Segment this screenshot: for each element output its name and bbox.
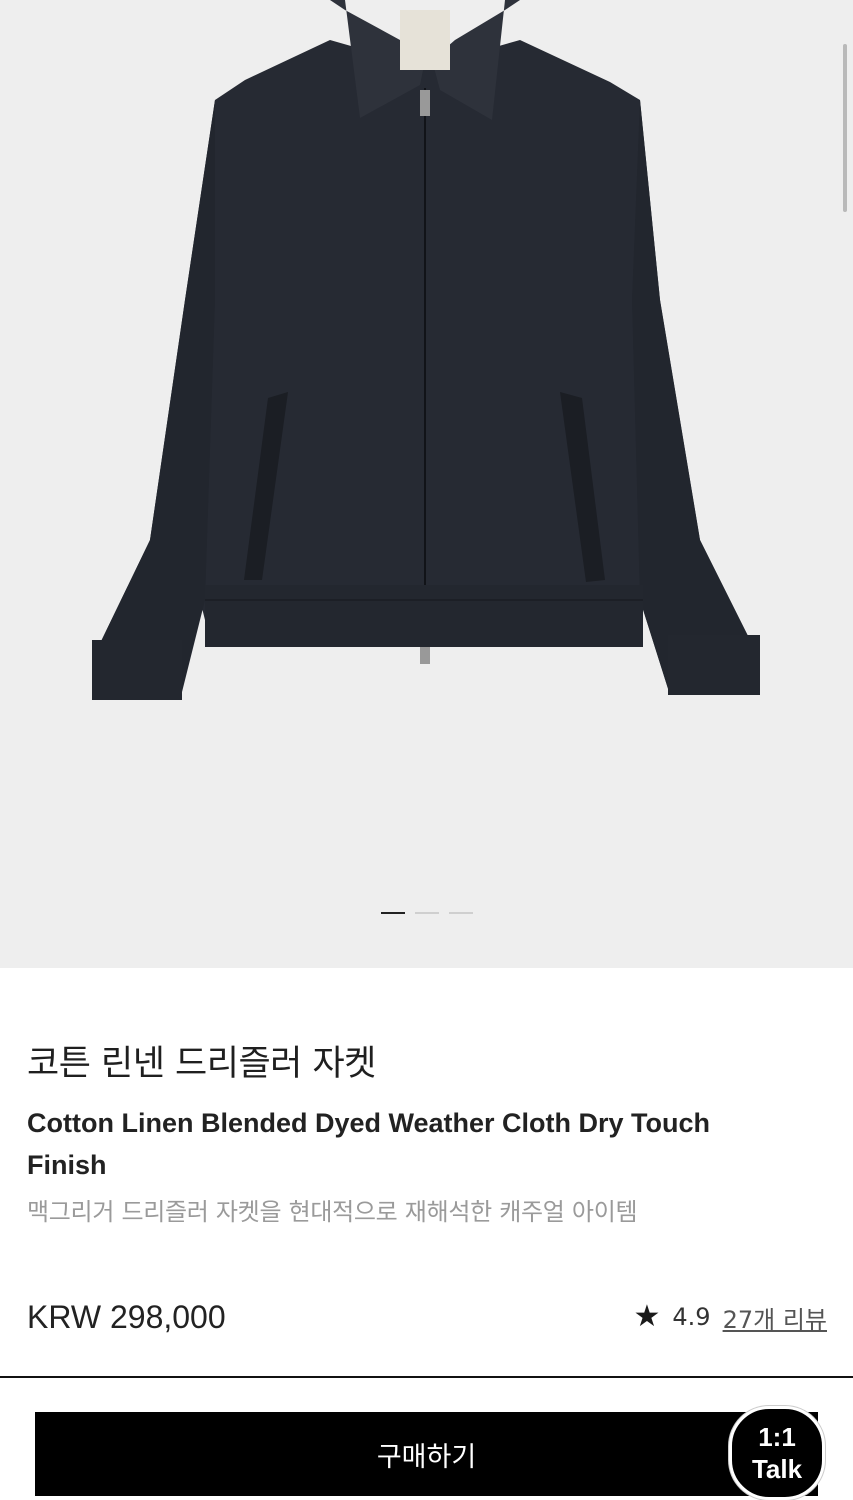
talk-label-line2: Talk <box>751 1454 803 1484</box>
scrollbar[interactable] <box>843 44 847 212</box>
product-image <box>92 0 760 700</box>
chat-talk-button[interactable]: 1:1 Talk <box>729 1406 825 1500</box>
price-row: KRW 298,000 ★ 4.9 27개 리뷰 <box>27 1296 827 1338</box>
product-title-korean: 코튼 린넨 드리즐러 자켓 <box>27 1044 376 1084</box>
product-description: 맥그리거 드리즐러 자켓을 현대적으로 재해석한 캐주얼 아이템 <box>27 1198 638 1226</box>
divider <box>0 1376 853 1378</box>
product-title-english: Cotton Linen Blended Dyed Weather Cloth … <box>27 1108 711 1180</box>
slide-dot-3[interactable] <box>448 912 473 914</box>
product-image-gallery[interactable] <box>0 0 853 968</box>
buy-button[interactable]: 구매하기 <box>35 1412 818 1496</box>
rating-summary: ★ 4.9 27개 리뷰 <box>634 1300 828 1335</box>
slide-dot-1[interactable] <box>380 912 405 914</box>
slide-dot-2[interactable] <box>414 912 439 914</box>
slide-indicator[interactable] <box>0 912 853 914</box>
product-price: KRW 298,000 <box>27 1298 226 1335</box>
reviews-link[interactable]: 27개 리뷰 <box>723 1300 827 1335</box>
rating-value: 4.9 <box>672 1303 711 1331</box>
star-icon: ★ <box>633 1299 661 1334</box>
talk-label-line1: 1:1 <box>758 1422 796 1452</box>
product-info: 코튼 린넨 드리즐러 자켓 Cotton Linen Blended Dyed … <box>27 1040 827 1230</box>
